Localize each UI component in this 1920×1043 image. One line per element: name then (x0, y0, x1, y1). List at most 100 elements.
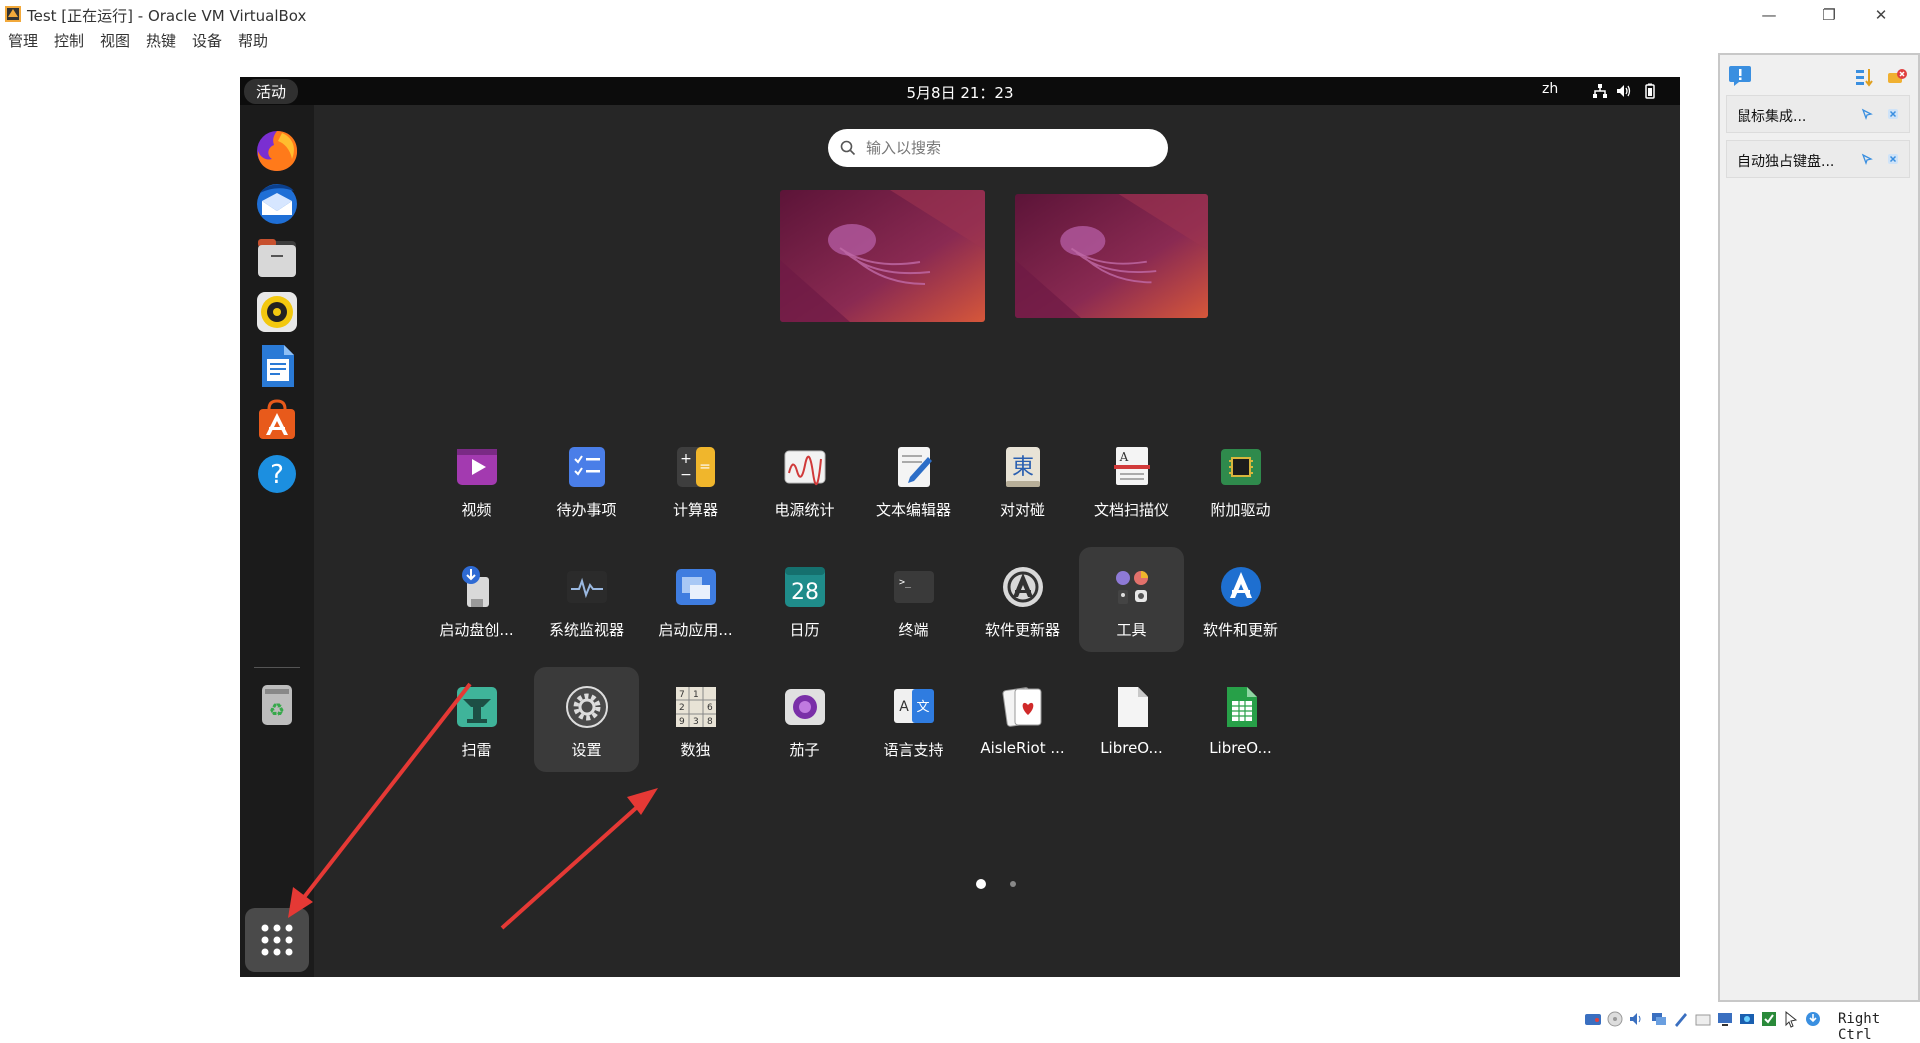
menu-devices[interactable]: 设备 (192, 30, 222, 51)
menu-control[interactable]: 控制 (54, 30, 84, 51)
usb-icon[interactable] (1672, 1010, 1690, 1028)
app-aisleriot[interactable]: AisleRiot ... (970, 667, 1075, 772)
display-icon[interactable] (1716, 1010, 1734, 1028)
app-utilities-folder[interactable]: 工具 (1079, 547, 1184, 652)
network-icon[interactable] (1592, 83, 1608, 99)
network-adapter-icon[interactable] (1650, 1010, 1668, 1028)
clock[interactable]: 5月8日 21：23 (240, 82, 1680, 103)
minimize-button[interactable]: — (1746, 2, 1792, 28)
app-power-statistics[interactable]: 电源统计 (752, 427, 857, 532)
search-input[interactable] (866, 135, 1156, 161)
app-label: 茄子 (789, 741, 820, 759)
guest-screen[interactable]: 活动 5月8日 21：23 zh ? ♻ 输入以搜索 视频 待办事项 + − =… (240, 77, 1680, 977)
trash-icon[interactable]: ♻ (252, 679, 302, 729)
app-settings[interactable]: 设置 (534, 667, 639, 772)
search-box[interactable] (828, 129, 1168, 167)
app-additional-drivers[interactable]: 附加驱动 (1188, 427, 1293, 532)
app-system-monitor[interactable]: 系统监视器 (534, 547, 639, 652)
pin-icon[interactable] (1861, 108, 1873, 120)
battery-icon[interactable] (1642, 83, 1658, 99)
app-language-support[interactable]: A 文 语言支持 (861, 667, 966, 772)
close-notification-icon[interactable] (1887, 108, 1899, 120)
document-scanner-icon: A (1114, 447, 1150, 485)
menu-help[interactable]: 帮助 (238, 30, 268, 51)
app-label: 启动盘创... (439, 621, 514, 639)
page-indicator-1[interactable] (976, 879, 986, 889)
app-software-and-updates[interactable]: 软件和更新 (1188, 547, 1293, 652)
rhythmbox-icon[interactable] (252, 287, 302, 337)
shared-folders-icon[interactable] (1694, 1010, 1712, 1028)
app-label: 启动应用... (658, 621, 733, 639)
firefox-icon[interactable] (252, 125, 302, 175)
window-title: Test [正在运行] - Oracle VM VirtualBox (27, 7, 307, 25)
app-libreoffice-calc[interactable]: LibreO... (1188, 667, 1293, 772)
menu-manage[interactable]: 管理 (8, 30, 38, 51)
app-text-editor[interactable]: 文本编辑器 (861, 427, 966, 532)
app-label: 文本编辑器 (875, 501, 951, 519)
app-sudoku[interactable]: 7 1 2 6 9 3 8 数独 (643, 667, 748, 772)
volume-icon[interactable] (1616, 83, 1632, 99)
menu-view[interactable]: 视图 (100, 30, 130, 51)
help-icon[interactable]: ? (252, 449, 302, 499)
svg-text:8: 8 (707, 717, 713, 727)
keyboard-capture-icon[interactable] (1804, 1010, 1822, 1028)
audio-icon[interactable] (1628, 1010, 1646, 1028)
app-calculator[interactable]: + − = 计算器 (643, 427, 748, 532)
sort-icon[interactable] (1854, 67, 1874, 87)
files-icon[interactable] (252, 233, 302, 283)
camera-icon (785, 689, 825, 725)
optical-drive-icon[interactable] (1606, 1010, 1624, 1028)
workspace-thumbnail-1[interactable] (780, 190, 985, 322)
page-indicator-2[interactable] (1010, 881, 1016, 887)
dock: ? ♻ (240, 105, 314, 977)
app-center-icon[interactable] (252, 395, 302, 445)
close-button[interactable]: ✕ (1858, 2, 1904, 28)
app-videos[interactable]: 视频 (424, 427, 529, 532)
calendar-icon: 28 (785, 567, 825, 607)
app-software-updater[interactable]: 软件更新器 (970, 547, 1075, 652)
hard-disk-icon[interactable] (1584, 1010, 1602, 1028)
app-label: LibreO... (1209, 739, 1272, 757)
show-applications-button[interactable] (245, 908, 309, 972)
app-todo[interactable]: 待办事项 (534, 427, 639, 532)
clear-notifications-icon[interactable] (1886, 67, 1908, 87)
thunderbird-icon[interactable] (252, 179, 302, 229)
notification-auto-capture-keyboard[interactable]: 自动独占键盘... (1726, 140, 1910, 178)
app-libreoffice-draw[interactable]: LibreO... (1079, 667, 1184, 772)
libreoffice-writer-icon[interactable] (252, 341, 302, 391)
utilities-folder-icon (1116, 571, 1148, 604)
software-updater-icon (1003, 567, 1043, 607)
app-calendar[interactable]: 28 日历 (752, 547, 857, 652)
pin-icon[interactable] (1861, 153, 1873, 165)
app-label: 数独 (680, 741, 711, 759)
app-startup-applications[interactable]: 启动应用... (643, 547, 748, 652)
app-label: 语言支持 (883, 741, 944, 759)
close-notification-icon[interactable] (1887, 153, 1899, 165)
app-startup-disk-creator[interactable]: 启动盘创... (424, 547, 529, 652)
app-mines[interactable]: 扫雷 (424, 667, 529, 772)
settings-gear-icon (566, 686, 608, 728)
notification-mouse-integration[interactable]: 鼠标集成... (1726, 95, 1910, 133)
menu-hotkeys[interactable]: 热键 (146, 30, 176, 51)
app-document-scanner[interactable]: A 文档扫描仪 (1079, 427, 1184, 532)
svg-text:東: 東 (1012, 455, 1034, 480)
recording-icon[interactable] (1738, 1010, 1756, 1028)
terminal-icon: >_ (894, 571, 934, 603)
app-label: 电源统计 (774, 501, 835, 519)
app-cheese[interactable]: 茄子 (752, 667, 857, 772)
svg-text:28: 28 (791, 580, 819, 605)
text-editor-icon (898, 447, 932, 487)
notification-center-icon[interactable] (1728, 65, 1752, 87)
virtualization-icon[interactable] (1760, 1010, 1778, 1028)
svg-text:>_: >_ (899, 577, 912, 588)
app-mahjongg[interactable]: 東 对对碰 (970, 427, 1075, 532)
mines-icon (457, 687, 497, 727)
app-terminal[interactable]: >_ 终端 (861, 547, 966, 652)
mouse-integration-icon[interactable] (1782, 1010, 1800, 1028)
app-label: 附加驱动 (1210, 501, 1271, 519)
input-language-indicator[interactable]: zh (1542, 81, 1558, 97)
restore-button[interactable]: ❐ (1806, 2, 1852, 28)
workspace-thumbnail-2[interactable] (1015, 194, 1208, 318)
power-statistics-icon (784, 450, 826, 486)
virtualbox-app-icon (5, 6, 21, 22)
